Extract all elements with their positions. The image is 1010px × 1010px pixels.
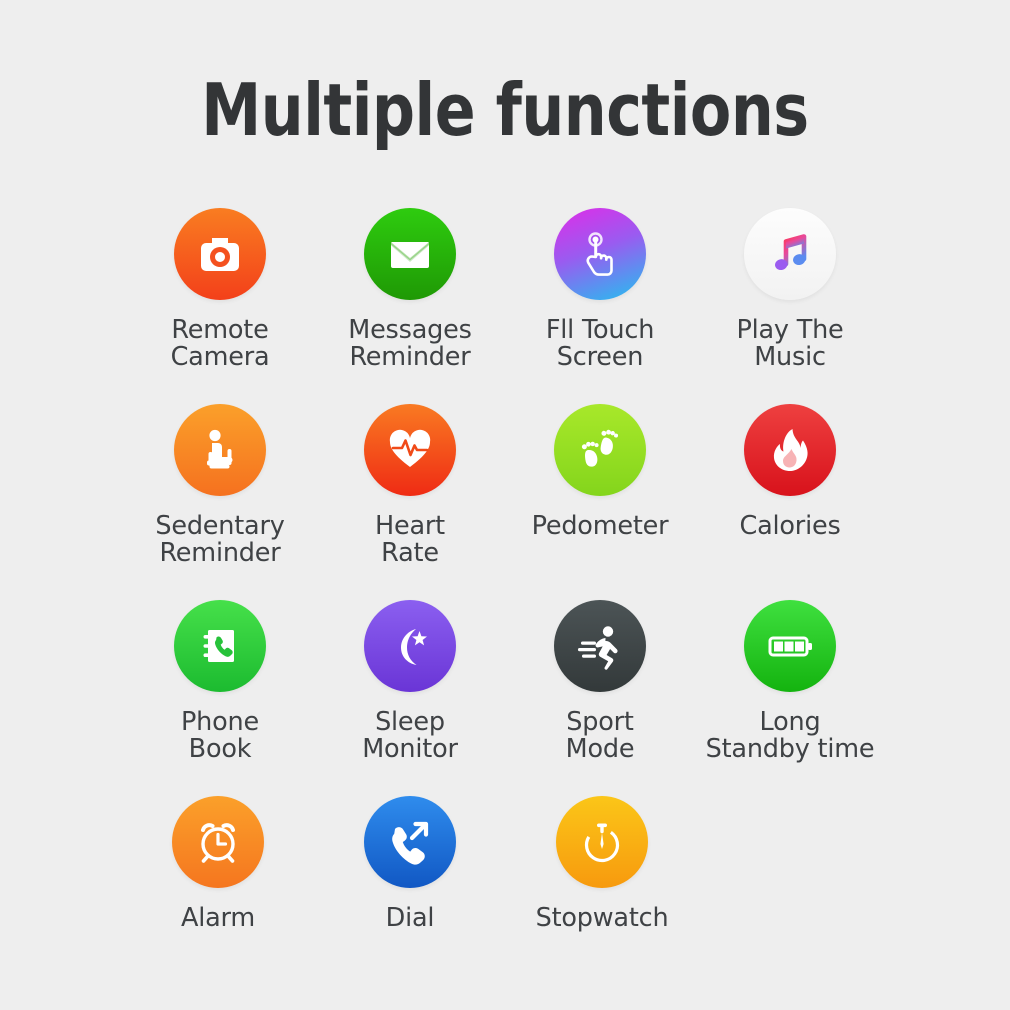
feature-label: Heart Rate bbox=[375, 511, 445, 569]
features-grid: Remote Camera Messages Reminder Fll Touc… bbox=[0, 208, 1010, 976]
feature-item-alarm[interactable]: Alarm bbox=[122, 796, 314, 932]
touch-hand-icon[interactable] bbox=[554, 208, 646, 300]
heart-pulse-icon[interactable] bbox=[364, 404, 456, 496]
outgoing-call-icon[interactable] bbox=[364, 796, 456, 888]
feature-grid-page: Multiple functions Remote Camera Message… bbox=[0, 0, 1010, 1010]
battery-icon[interactable] bbox=[744, 600, 836, 692]
feature-item-stopwatch[interactable]: Stopwatch bbox=[506, 796, 698, 932]
envelope-icon[interactable] bbox=[364, 208, 456, 300]
moon-star-icon[interactable] bbox=[364, 600, 456, 692]
music-note-icon[interactable] bbox=[744, 208, 836, 300]
feature-row: Phone Book Sleep Monitor Sport Mode Long… bbox=[0, 600, 1010, 796]
feature-row: Alarm Dial Stopwatch bbox=[0, 796, 1010, 976]
flame-icon[interactable] bbox=[744, 404, 836, 496]
feature-item-calories[interactable]: Calories bbox=[695, 404, 885, 540]
feature-label: Play The Music bbox=[736, 315, 844, 373]
feature-row: Sedentary Reminder Heart Rate Pedometer … bbox=[0, 404, 1010, 600]
feature-item-remote-camera[interactable]: Remote Camera bbox=[125, 208, 315, 371]
sitting-person-icon[interactable] bbox=[174, 404, 266, 496]
feature-label: Sport Mode bbox=[565, 707, 635, 765]
feature-label: Dial bbox=[385, 903, 435, 933]
feature-row: Remote Camera Messages Reminder Fll Touc… bbox=[0, 208, 1010, 404]
phone-book-icon[interactable] bbox=[174, 600, 266, 692]
feature-item-play-the-music[interactable]: Play The Music bbox=[695, 208, 885, 371]
feature-label: Alarm bbox=[180, 903, 256, 933]
feature-label: Fll Touch Screen bbox=[545, 315, 655, 373]
feature-item-dial[interactable]: Dial bbox=[314, 796, 506, 932]
feature-item-sport-mode[interactable]: Sport Mode bbox=[505, 600, 695, 763]
feature-item-sleep-monitor[interactable]: Sleep Monitor bbox=[315, 600, 505, 763]
feature-item-phone-book[interactable]: Phone Book bbox=[125, 600, 315, 763]
feature-label: Messages Reminder bbox=[348, 315, 472, 373]
feature-item-sedentary-reminder[interactable]: Sedentary Reminder bbox=[125, 404, 315, 567]
feature-label: Calories bbox=[739, 511, 841, 541]
alarm-clock-icon[interactable] bbox=[172, 796, 264, 888]
running-person-icon[interactable] bbox=[554, 600, 646, 692]
feature-label: Phone Book bbox=[181, 707, 259, 765]
feature-label: Sleep Monitor bbox=[362, 707, 458, 765]
feature-label: Stopwatch bbox=[535, 903, 669, 933]
feature-label: Sedentary Reminder bbox=[155, 511, 285, 569]
feature-item-heart-rate[interactable]: Heart Rate bbox=[315, 404, 505, 567]
feature-item-long-standby-time[interactable]: Long Standby time bbox=[695, 600, 885, 763]
footprints-icon[interactable] bbox=[554, 404, 646, 496]
feature-label: Remote Camera bbox=[170, 315, 270, 373]
feature-label: Pedometer bbox=[531, 511, 669, 541]
feature-item-full-touch-screen[interactable]: Fll Touch Screen bbox=[505, 208, 695, 371]
feature-item-pedometer[interactable]: Pedometer bbox=[505, 404, 695, 540]
camera-icon[interactable] bbox=[174, 208, 266, 300]
stopwatch-icon[interactable] bbox=[556, 796, 648, 888]
page-title: Multiple functions bbox=[201, 68, 809, 152]
feature-label: Long Standby time bbox=[705, 707, 875, 765]
feature-item-messages-reminder[interactable]: Messages Reminder bbox=[315, 208, 505, 371]
